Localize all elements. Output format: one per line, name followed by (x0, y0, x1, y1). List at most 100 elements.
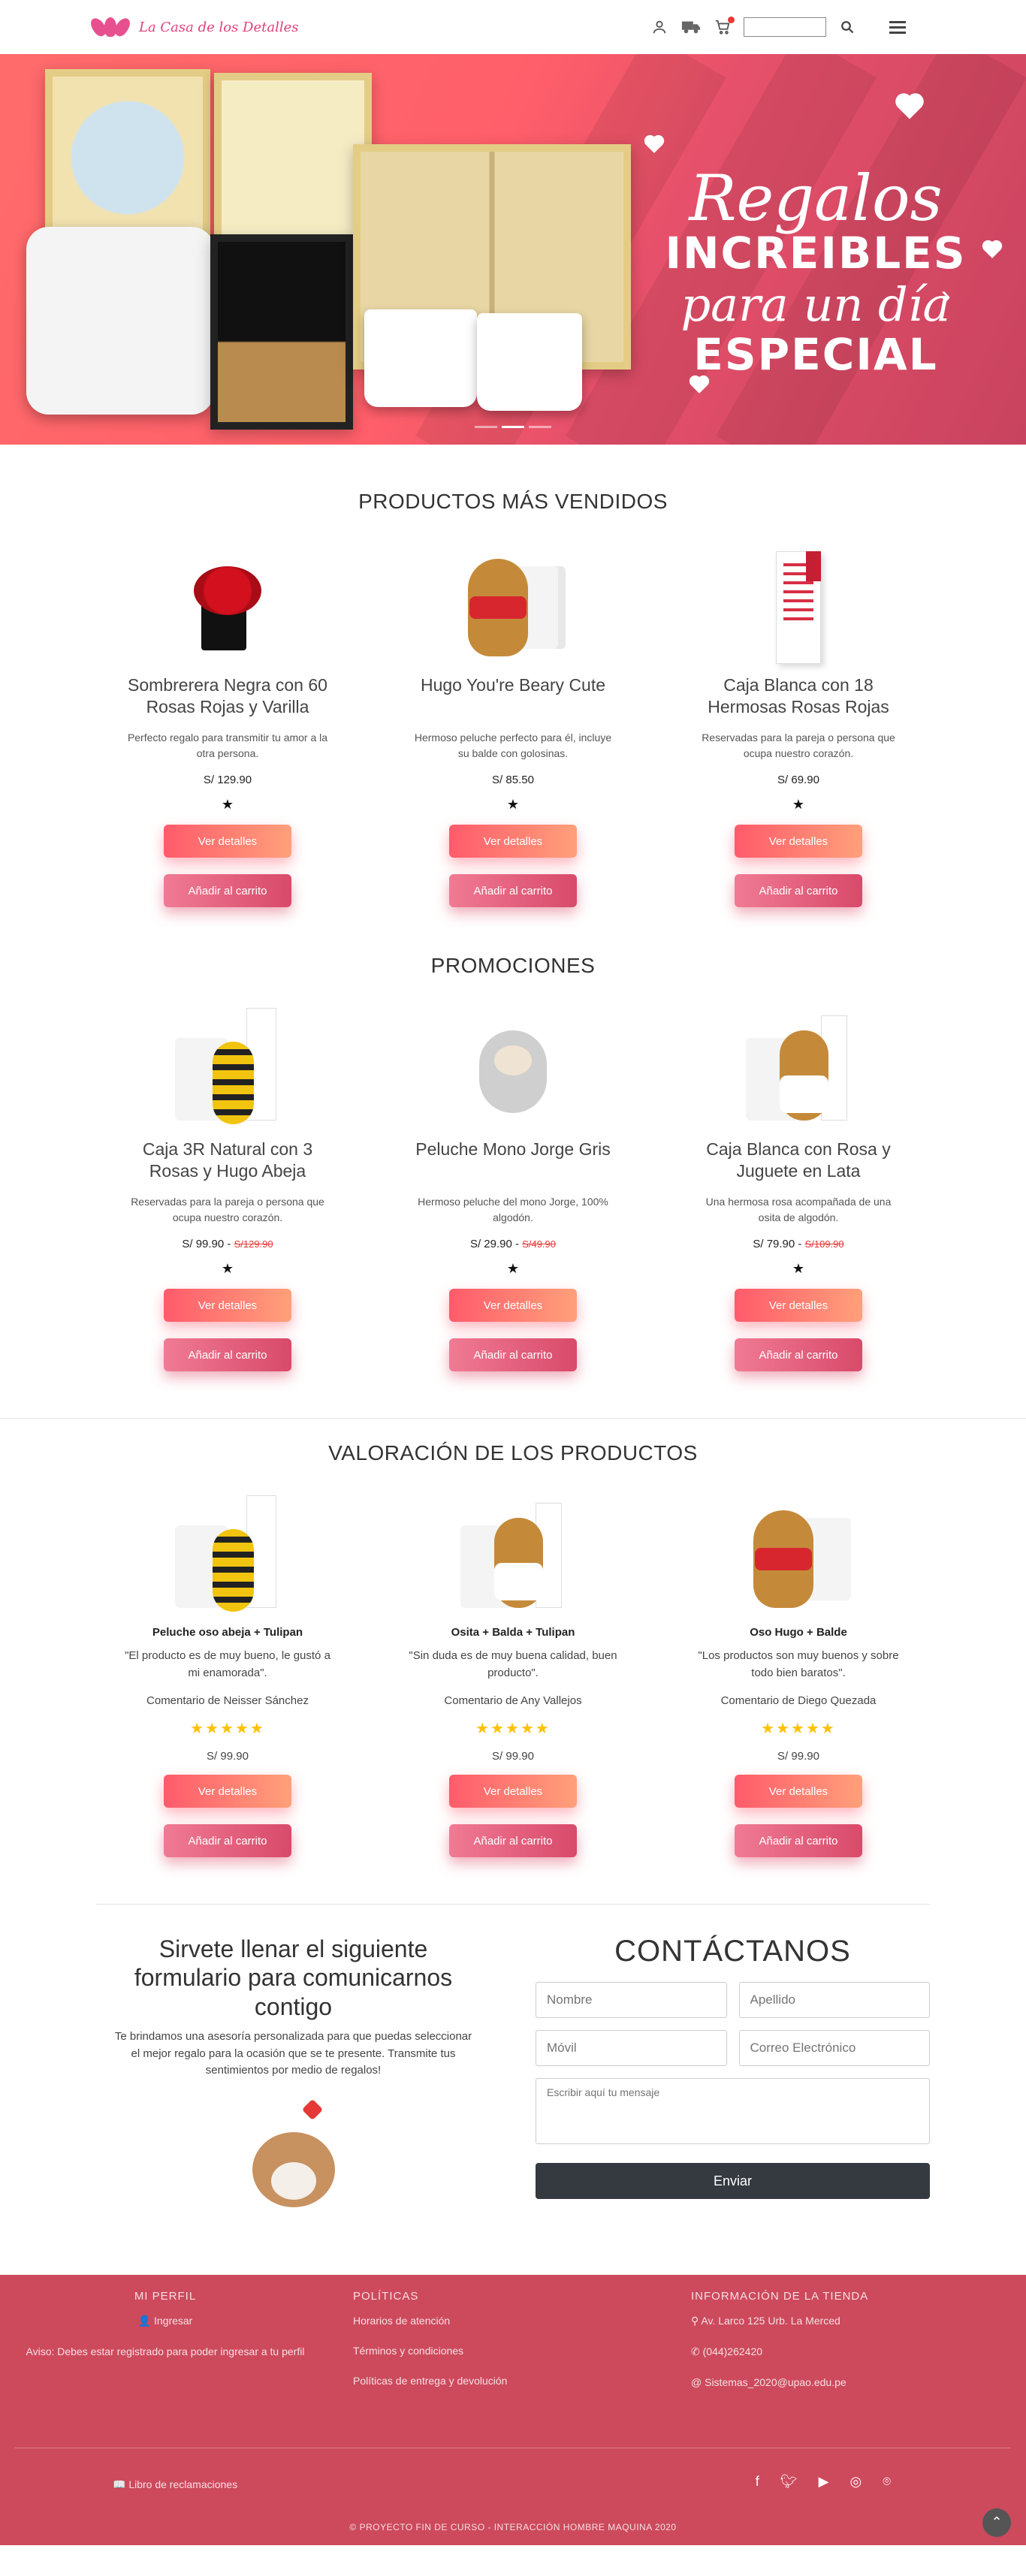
phone-field[interactable] (536, 2030, 727, 2066)
navbar: La Casa de los Detalles (0, 0, 1026, 54)
twitter-icon[interactable]: 🐦︎ (780, 2474, 798, 2490)
view-details-button[interactable]: Ver detalles (164, 1289, 291, 1322)
user-plus-icon: 👤 (137, 2314, 154, 2327)
view-details-button[interactable]: Ver detalles (735, 825, 862, 858)
product-desc: Hermoso peluche perfecto para él, incluy… (414, 731, 612, 759)
user-icon[interactable] (649, 17, 670, 38)
view-details-button[interactable]: Ver detalles (449, 1775, 577, 1808)
review-author: Comentario de Any Vallejos (444, 1694, 582, 1707)
product-name[interactable]: Caja Blanca con 18 Hermosas Rosas Rojas (693, 674, 904, 718)
carousel-indicators[interactable] (475, 426, 551, 428)
menu-icon[interactable] (889, 20, 906, 34)
review-product: Osita + Balda + Tulipan (451, 1626, 575, 1639)
hero-banner[interactable]: Regalos INCREIBLES para un día ESPECIAL … (0, 54, 1026, 445)
carousel-dot[interactable] (475, 426, 497, 428)
instagram-icon[interactable]: ◎ (849, 2474, 862, 2490)
star-icon: ★ (221, 1261, 234, 1276)
view-details-button[interactable]: Ver detalles (449, 1289, 577, 1322)
view-details-button[interactable]: Ver detalles (735, 1289, 862, 1322)
add-to-cart-button[interactable]: Añadir al carrito (735, 1824, 862, 1857)
truck-icon[interactable] (680, 17, 702, 38)
pillow-image (26, 227, 214, 415)
view-details-button[interactable]: Ver detalles (735, 1775, 862, 1808)
phone-icon: ✆ (691, 2345, 703, 2357)
youtube-icon[interactable]: ▶ (819, 2474, 829, 2490)
product-name[interactable]: Caja 3R Natural con 3 Rosas y Hugo Abeja (122, 1139, 333, 1182)
social-links: f 🐦︎ ▶ ◎ ⌾ (756, 2474, 891, 2490)
complaints-book-link[interactable]: 📖 Libro de reclamaciones (113, 2478, 237, 2491)
rating-stars: ★★★★★ (190, 1721, 265, 1737)
review-card: Osita + Balda + Tulipan "Sin duda es de … (370, 1495, 656, 1874)
add-to-cart-button[interactable]: Añadir al carrito (449, 874, 577, 907)
copyright: © PROYECTO FIN DE CURSO - INTERACCIÓN HO… (349, 2521, 677, 2532)
footer-heading: MI PERFIL (134, 2289, 197, 2303)
section-title: PRODUCTOS MÁS VENDIDOS (358, 490, 668, 513)
mug-image-2 (477, 313, 582, 411)
hero-line2: INCREIBLES (665, 228, 967, 279)
add-to-cart-button[interactable]: Añadir al carrito (449, 1338, 577, 1371)
product-card: Caja 3R Natural con 3 Rosas y Hugo Abeja… (85, 1008, 370, 1388)
cart-icon[interactable] (712, 17, 735, 38)
policy-link[interactable]: Términos y condiciones (353, 2345, 668, 2357)
brand-logo[interactable]: La Casa de los Detalles (86, 15, 299, 39)
product-price: S/ 79.90 - S/109.90 (693, 1238, 904, 1250)
add-to-cart-button[interactable]: Añadir al carrito (164, 1338, 291, 1371)
carousel-dot[interactable] (502, 426, 524, 428)
product-name[interactable]: Peluche Mono Jorge Gris (408, 1139, 618, 1182)
store-email[interactable]: @ Sistemas_2020@upao.edu.pe (691, 2376, 1026, 2388)
add-to-cart-button[interactable]: Añadir al carrito (735, 874, 862, 907)
carousel-next-icon[interactable]: › (941, 279, 951, 313)
send-button[interactable]: Enviar (536, 2163, 930, 2199)
github-icon[interactable]: ⌾ (883, 2474, 891, 2490)
product-desc: Una hermosa rosa acompañada de una osita… (705, 1196, 892, 1223)
message-field[interactable] (536, 2078, 930, 2144)
product-price: S/ 99.90 - S/129.90 (122, 1238, 333, 1250)
product-name[interactable]: Hugo You're Beary Cute (408, 674, 618, 718)
product-image (167, 1495, 288, 1615)
contact-intro-title: Sirvete llenar el siguiente formulario p… (134, 1935, 453, 2020)
policy-link[interactable]: Políticas de entrega y devolución (353, 2375, 668, 2387)
product-image (761, 544, 836, 664)
bestsellers-section: PRODUCTOS MÁS VENDIDOS Sombrerera Negra … (0, 445, 1026, 924)
product-price: S/ 99.90 (207, 1750, 249, 1763)
name-field[interactable] (536, 1982, 727, 2018)
add-to-cart-button[interactable]: Añadir al carrito (735, 1338, 862, 1371)
contact-section: Sirvete llenar el siguiente formulario p… (96, 1904, 930, 2275)
login-link[interactable]: 👤 Ingresar (0, 2315, 330, 2327)
add-to-cart-button[interactable]: Añadir al carrito (164, 1824, 291, 1857)
view-details-button[interactable]: Ver detalles (164, 825, 291, 858)
current-price: S/ 29.90 - (469, 1238, 520, 1250)
add-to-cart-button[interactable]: Añadir al carrito (449, 1824, 577, 1857)
product-desc: Reservadas para la pareja o persona que … (702, 731, 895, 759)
search-input[interactable] (744, 17, 826, 37)
surname-field[interactable] (738, 1982, 930, 2018)
review-quote: "Los productos son muy buenos y sobre to… (698, 1649, 899, 1679)
view-details-button[interactable]: Ver detalles (449, 825, 577, 858)
hero-line1: Regalos (689, 161, 943, 235)
search-icon[interactable] (837, 17, 858, 38)
product-card: Hugo You're Beary Cute Hermoso peluche p… (370, 544, 656, 924)
scroll-top-icon[interactable]: ⌃ (982, 2508, 1011, 2537)
product-name[interactable]: Sombrerera Negra con 60 Rosas Rojas y Va… (122, 674, 333, 718)
product-card: Peluche Mono Jorge Gris Hermoso peluche … (370, 1008, 656, 1388)
old-price: S/129.90 (234, 1238, 273, 1250)
footer-heading: INFORMACIÓN DE LA TIENDA (691, 2289, 869, 2303)
product-image (468, 1008, 558, 1128)
keep-calm-frame (210, 234, 353, 430)
add-to-cart-button[interactable]: Añadir al carrito (164, 874, 291, 907)
product-image (738, 1495, 859, 1615)
policy-link[interactable]: Horarios de atención (353, 2315, 668, 2327)
product-price: S/ 29.90 - S/49.90 (408, 1238, 618, 1250)
product-name[interactable]: Caja Blanca con Rosa y Juguete en Lata (693, 1139, 904, 1182)
store-address: ⚲ Av. Larco 125 Urb. La Merced (691, 2314, 840, 2327)
footer: MI PERFIL 👤 Ingresar Aviso: Debes estar … (0, 2274, 1026, 2545)
product-desc: Hermoso peluche del mono Jorge, 100% alg… (418, 1196, 608, 1223)
facebook-icon[interactable]: f (756, 2474, 759, 2490)
carousel-dot[interactable] (529, 426, 551, 428)
email-field[interactable] (738, 2030, 930, 2066)
at-icon: @ (691, 2375, 705, 2388)
view-details-button[interactable]: Ver detalles (164, 1775, 291, 1808)
store-phone[interactable]: ✆ (044)262420 (691, 2345, 1026, 2358)
product-price: S/ 85.50 (492, 774, 534, 786)
review-product: Peluche oso abeja + Tulipan (152, 1626, 303, 1639)
